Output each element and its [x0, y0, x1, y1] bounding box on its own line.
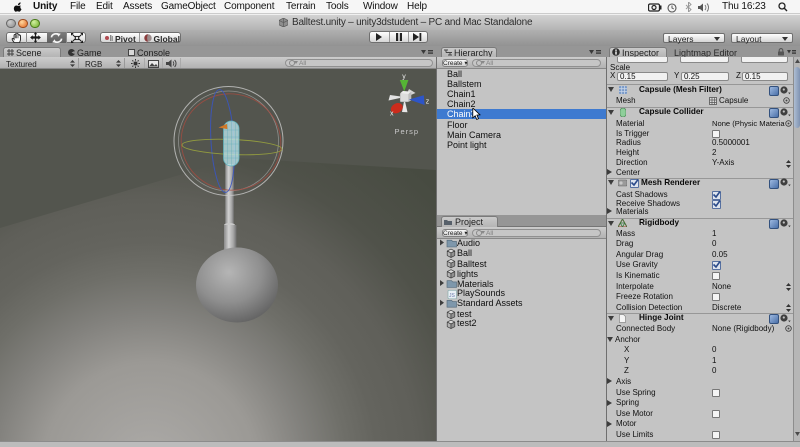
svg-text:y: y: [402, 74, 406, 81]
svg-text:z: z: [426, 99, 430, 106]
svg-text:x: x: [390, 111, 394, 118]
svg-text:Persp: Persp: [395, 127, 420, 136]
svg-text:JS: JS: [449, 293, 456, 299]
